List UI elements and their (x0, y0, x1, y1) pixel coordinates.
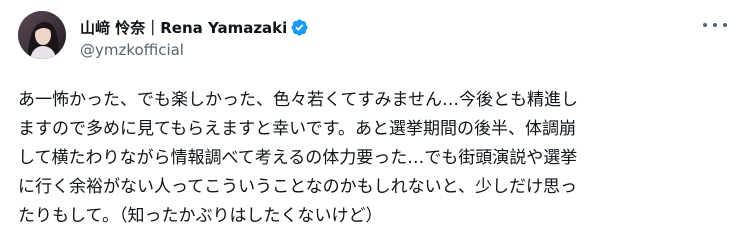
more-dot-icon (723, 23, 727, 27)
tweet-text: あ一怖かった、でも楽しかった、色々若くてすみません…今後とも精進し ますので多め… (18, 90, 578, 226)
tweet-card: 山﨑 怜奈｜Rena Yamazaki @ymzkofficial あ一怖かった… (0, 0, 741, 251)
profile-photo-icon (18, 11, 66, 59)
avatar[interactable] (18, 11, 66, 59)
author-name-row: 山﨑 怜奈｜Rena Yamazaki (80, 16, 309, 38)
author-display-name[interactable]: 山﨑 怜奈｜Rena Yamazaki (80, 17, 287, 38)
more-dot-icon (713, 23, 717, 27)
more-options-icon[interactable] (703, 18, 727, 32)
more-dot-icon (703, 23, 707, 27)
author-handle[interactable]: @ymzkofficial (80, 41, 184, 59)
verified-badge-icon (291, 18, 308, 36)
